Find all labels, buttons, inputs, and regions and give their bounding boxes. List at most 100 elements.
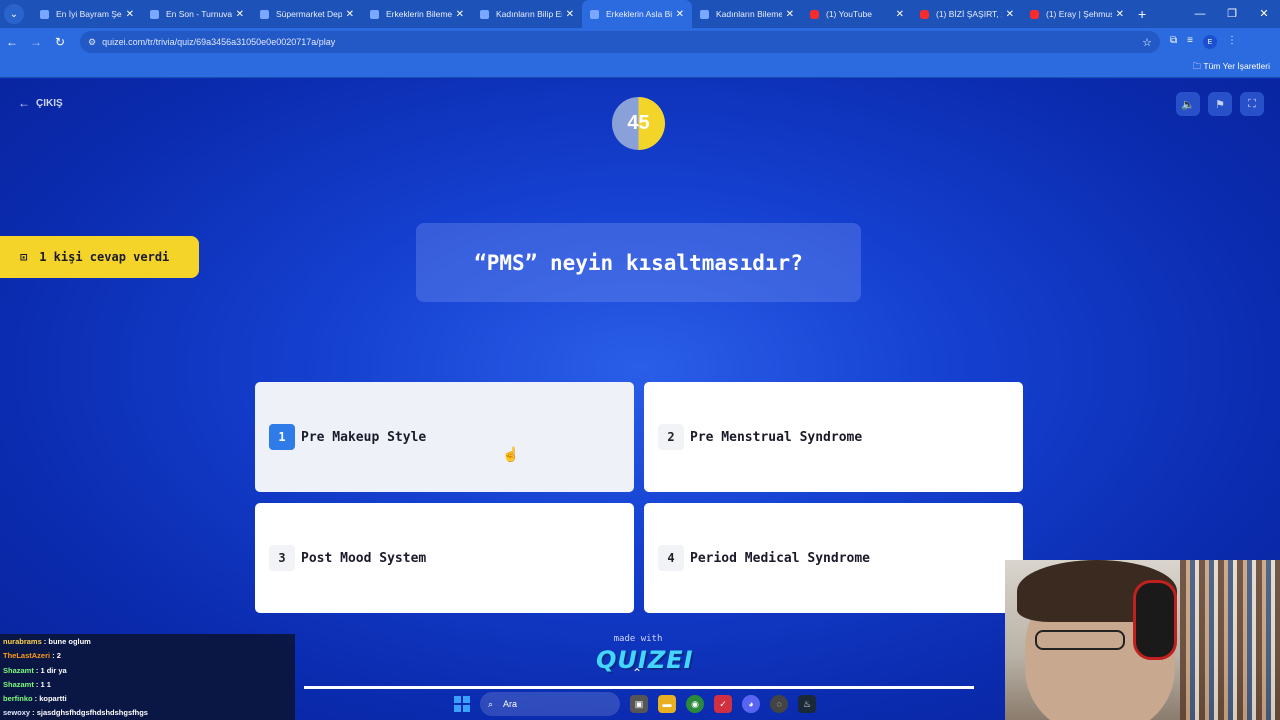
headset: [1133, 580, 1177, 660]
browser-tab[interactable]: (1) BİZİ ŞAŞIRT, 1( ✕: [912, 0, 1022, 28]
page-icon: [150, 9, 159, 19]
tab-search-chevron-icon[interactable]: ⌄: [4, 4, 24, 24]
chrome-icon[interactable]: ◉: [686, 695, 704, 713]
file-explorer-icon[interactable]: ▬: [658, 695, 676, 713]
option-number: 1: [269, 424, 295, 450]
chat-username: sewoxy: [3, 708, 31, 718]
url-field[interactable]: ⚙ quizei.com/tr/trivia/quiz/69a3456a3105…: [80, 31, 1160, 53]
browser-tab[interactable]: (1) YouTube ✕: [802, 0, 912, 28]
chat-message: sewoxy: sjasdghsfhdgsfhdshdshgsfhgs: [3, 706, 292, 720]
made-with-label: made with: [613, 634, 663, 644]
minimize-icon[interactable]: —: [1184, 0, 1216, 28]
chat-text: 1 dir ya: [40, 665, 67, 675]
taskbar-search[interactable]: ⌕ Ara: [480, 692, 620, 716]
discord-icon[interactable]: ◕: [742, 695, 760, 713]
reload-icon[interactable]: ↻: [48, 35, 72, 49]
close-tab-icon[interactable]: ✕: [896, 9, 904, 20]
chat-text: 2: [56, 651, 61, 661]
chat-username: nurabrams: [3, 637, 42, 646]
option-label: Post Mood System: [301, 550, 427, 566]
browser-tab[interactable]: En İyi Bayram Şek ✕: [32, 0, 142, 28]
stream-chat-overlay: nurabrams: bune oglum TheLastAzeri: 2 Shaz…: [0, 634, 295, 720]
youtube-icon: [920, 9, 929, 19]
close-tab-icon[interactable]: ✕: [566, 9, 574, 20]
answer-option-1[interactable]: 1 Pre Makeup Style: [255, 382, 634, 492]
media-control-icon[interactable]: ≡: [1187, 35, 1193, 49]
close-tab-icon[interactable]: ✕: [126, 9, 134, 20]
forward-icon[interactable]: →: [24, 35, 48, 49]
page-icon: [590, 9, 599, 19]
search-icon: ⌕: [488, 698, 494, 709]
window-controls: — ❐ ✕: [1184, 0, 1280, 28]
chat-username: berfinko: [3, 694, 33, 704]
top-right-controls: 🔈 ⚑ ⛶: [1176, 92, 1264, 116]
option-number: 2: [658, 424, 684, 450]
hand-cursor-icon: ☝: [502, 446, 520, 462]
chat-username: Shazamt: [3, 665, 34, 675]
site-info-icon[interactable]: ⚙: [88, 37, 96, 48]
answered-count-badge: ⊡ 1 kişi cevap verdi: [0, 236, 199, 278]
task-view-icon[interactable]: ▣: [630, 695, 648, 713]
tab-title: En İyi Bayram Şek: [56, 9, 122, 19]
menu-kebab-icon[interactable]: ⋮: [1227, 35, 1237, 49]
browser-tab[interactable]: Kadınların Bilip Er ✕: [472, 0, 582, 28]
bookmark-star-icon[interactable]: ☆: [1142, 36, 1152, 49]
option-number: 3: [269, 545, 295, 571]
browser-tab[interactable]: (1) Eray | Şehmus ✕: [1022, 0, 1132, 28]
bookshelf: [1180, 560, 1280, 720]
browser-tab[interactable]: Kadınların Bileme ✕: [692, 0, 802, 28]
close-tab-icon[interactable]: ✕: [236, 9, 244, 20]
app-icon[interactable]: ✓: [714, 695, 732, 713]
close-tab-icon[interactable]: ✕: [786, 9, 794, 20]
browser-tab[interactable]: Erkeklerin Asla Bil ✕: [582, 0, 692, 28]
close-window-icon[interactable]: ✕: [1248, 0, 1280, 28]
tab-title: Erkeklerin Bileme: [386, 9, 452, 19]
profile-avatar[interactable]: E: [1202, 35, 1217, 49]
page-icon: [260, 9, 269, 19]
app-circle-icon[interactable]: ◌: [770, 695, 788, 713]
tab-title: Kadınların Bileme: [716, 9, 782, 19]
chat-message: TheLastAzeri: 2: [3, 649, 292, 663]
question-card: “PMS” neyin kısaltmasıdır?: [416, 223, 861, 302]
close-tab-icon[interactable]: ✕: [346, 9, 354, 20]
exit-label: ÇIKIŞ: [36, 97, 63, 109]
all-bookmarks-folder[interactable]: 🗀 Tüm Yer İşaretleri: [1193, 61, 1270, 75]
flag-icon[interactable]: ⚑: [1208, 92, 1232, 116]
close-tab-icon[interactable]: ✕: [676, 9, 684, 20]
browser-tab-bar: ⌄ En İyi Bayram Şek ✕ En Son - Turnuva ✕ Süp…: [0, 0, 1280, 28]
youtube-icon: [1030, 9, 1039, 19]
close-tab-icon[interactable]: ✕: [1006, 9, 1014, 20]
close-tab-icon[interactable]: ✕: [456, 9, 464, 20]
chevron-up-icon[interactable]: ⌃: [622, 666, 652, 686]
tab-title: (1) Eray | Şehmus: [1046, 9, 1112, 19]
answered-label: 1 kişi cevap verdi: [39, 250, 170, 264]
chat-username: Shazamt: [3, 679, 34, 689]
extensions-icon[interactable]: ⧉: [1170, 35, 1177, 49]
option-label: Pre Makeup Style: [301, 429, 427, 445]
close-tab-icon[interactable]: ✕: [1116, 9, 1124, 20]
glasses: [1035, 630, 1125, 650]
steam-icon[interactable]: ♨: [798, 695, 816, 713]
answer-option-4[interactable]: 4 Period Medical Syndrome: [644, 503, 1023, 613]
answer-option-3[interactable]: 3 Post Mood System: [255, 503, 634, 613]
answer-option-2[interactable]: 2 Pre Menstrual Syndrome: [644, 382, 1023, 492]
chat-text: bune oglum: [48, 637, 91, 646]
windows-start-icon[interactable]: [454, 696, 470, 712]
browser-tab[interactable]: En Son - Turnuva ✕: [142, 0, 252, 28]
tab-title: (1) BİZİ ŞAŞIRT, 1(: [936, 9, 1002, 19]
fullscreen-icon[interactable]: ⛶: [1240, 92, 1264, 116]
browser-tab[interactable]: Erkeklerin Bileme ✕: [362, 0, 472, 28]
youtube-icon: [810, 9, 819, 19]
new-tab-button[interactable]: +: [1138, 6, 1146, 22]
chat-text: sjasdghsfhdgsfhdshdshgsfhgs: [36, 708, 148, 718]
option-number: 4: [658, 545, 684, 571]
chat-text: kopartti: [39, 694, 67, 704]
tab-title: En Son - Turnuva: [166, 9, 232, 19]
sound-icon[interactable]: 🔈: [1176, 92, 1200, 116]
tab-title: (1) YouTube: [826, 9, 872, 19]
exit-button[interactable]: ← ÇIKIŞ: [18, 96, 63, 110]
browser-tab[interactable]: Süpermarket Dep ✕: [252, 0, 362, 28]
option-label: Pre Menstrual Syndrome: [690, 429, 863, 445]
back-icon[interactable]: ←: [0, 35, 24, 49]
restore-icon[interactable]: ❐: [1216, 0, 1248, 28]
